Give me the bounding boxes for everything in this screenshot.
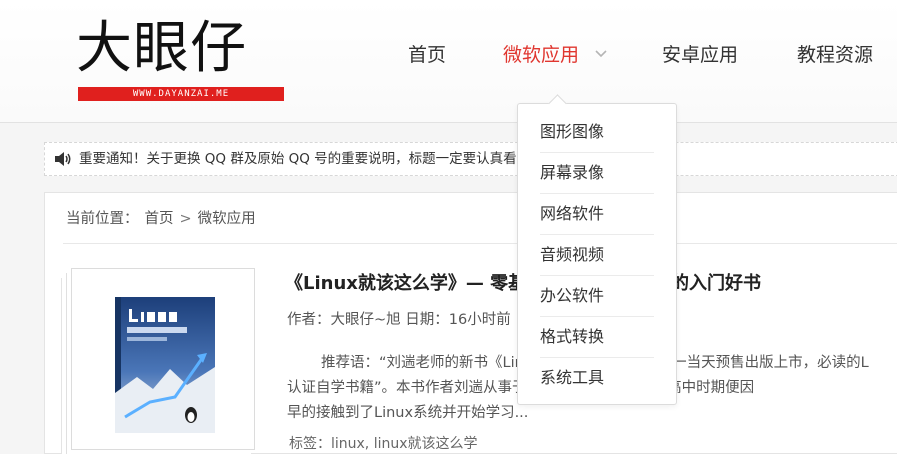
breadcrumb-label: 当前位置： xyxy=(66,211,139,227)
microsoft-apps-dropdown: 图形图像 屏幕录像 网络软件 音频视频 办公软件 格式转换 系统工具 xyxy=(517,94,677,405)
notice-text[interactable]: 重要通知！关于更换 QQ 群及原始 QQ 号的重要说明，标题一定要认真看 xyxy=(79,149,517,169)
menu-item-screen-recording[interactable]: 屏幕录像 xyxy=(540,152,654,194)
divider xyxy=(63,243,897,244)
book-cover-image xyxy=(115,297,215,433)
menu-item-office-software[interactable]: 办公软件 xyxy=(540,275,654,317)
menu-item-system-tools[interactable]: 系统工具 xyxy=(540,357,654,398)
menu-item-network-software[interactable]: 网络软件 xyxy=(540,193,654,235)
article-thumbnail[interactable] xyxy=(71,268,255,450)
nav-item-microsoft-apps[interactable]: 微软应用 xyxy=(503,40,579,70)
menu-item-graphics[interactable]: 图形图像 xyxy=(540,111,654,153)
breadcrumb-home[interactable]: 首页 xyxy=(145,211,174,227)
menu-item-audio-video[interactable]: 音频视频 xyxy=(540,234,654,276)
notice-bar: 重要通知！关于更换 QQ 群及原始 QQ 号的重要说明，标题一定要认真看 xyxy=(44,142,897,176)
article-tags[interactable]: 标签：linux, linux就该这么学 xyxy=(289,433,478,453)
site-header: 大眼仔 WWW.DAYANZAI.ME 首页 微软应用 安卓应用 教程资源 xyxy=(0,0,897,123)
breadcrumb-separator: > xyxy=(179,211,192,227)
speaker-icon xyxy=(55,152,71,166)
logo-subtitle: WWW.DAYANZAI.ME xyxy=(78,87,284,101)
breadcrumb-current[interactable]: 微软应用 xyxy=(198,211,256,227)
menu-item-format-conversion[interactable]: 格式转换 xyxy=(540,316,654,358)
article-meta: 作者：大眼仔~旭 日期：16小时前 xyxy=(287,312,511,328)
nav-item-tutorials[interactable]: 教程资源 xyxy=(797,40,873,70)
chevron-down-icon[interactable] xyxy=(594,46,608,60)
breadcrumb: 当前位置： 首页 > 微软应用 xyxy=(66,209,262,229)
main-nav: 首页 微软应用 安卓应用 教程资源 xyxy=(0,40,897,72)
content-panel: 当前位置： 首页 > 微软应用 《Linux就该这么学》— 作者：大眼仔~旭 日… xyxy=(44,192,897,454)
nav-item-home[interactable]: 首页 xyxy=(408,40,446,70)
nav-item-android-apps[interactable]: 安卓应用 xyxy=(662,40,738,70)
